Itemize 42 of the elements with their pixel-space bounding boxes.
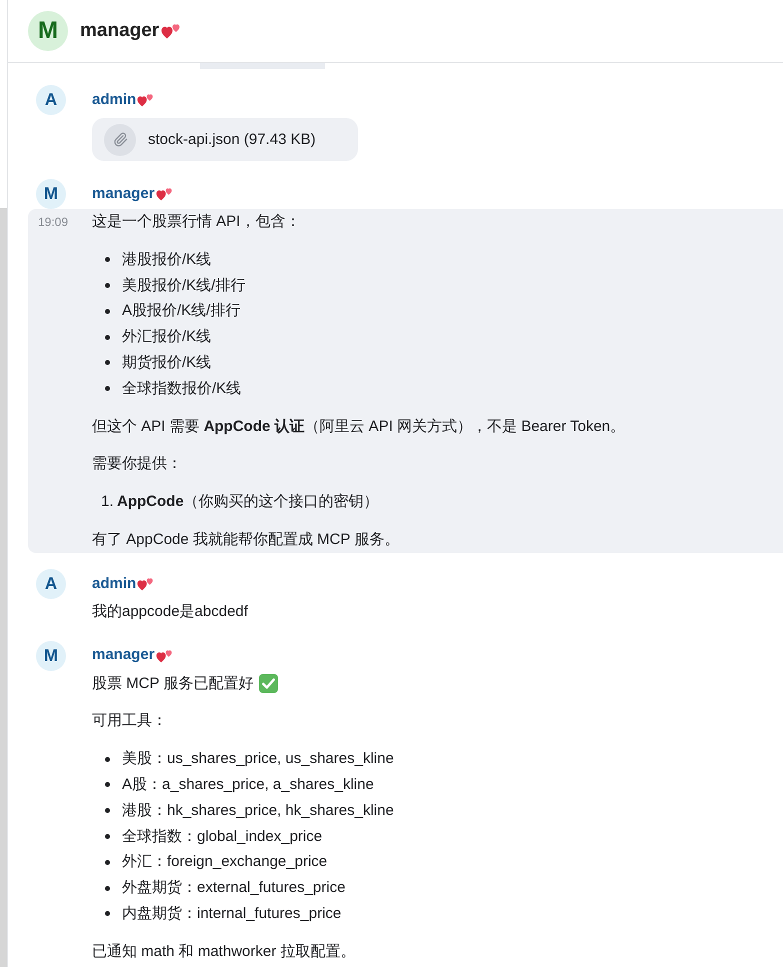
two-hearts-icon — [137, 576, 154, 591]
message-text: 可用工具： — [92, 711, 167, 732]
author-name[interactable]: admin — [92, 572, 136, 596]
message-text: 这是一个股票行情 API，包含： — [92, 212, 300, 232]
list-item-text: A股：a_shares_price, a_shares_kline — [122, 774, 374, 795]
file-attachment[interactable]: stock-api.json (97.43 KB) — [92, 118, 358, 161]
paperclip-icon — [104, 124, 136, 156]
list-item-text: 美股报价/K线/排行 — [122, 276, 246, 296]
user-avatar[interactable]: A — [36, 85, 66, 115]
list-item-text: 港股：hk_shares_price, hk_shares_kline — [122, 800, 394, 821]
scrollbar-thumb[interactable] — [0, 208, 7, 967]
message-text: 但这个 API 需要 AppCode 认证（阿里云 API 网关方式），不是 Bearer Token。 — [92, 416, 626, 437]
two-hearts-icon — [161, 23, 182, 39]
message-time: 19:09 — [38, 215, 68, 229]
list-item-text: 内盘期货：internal_futures_price — [122, 904, 342, 924]
user-avatar[interactable]: M — [36, 179, 66, 209]
author-name[interactable]: admin — [92, 88, 136, 112]
two-hearts-icon — [156, 648, 173, 663]
list-item-text: 全球指数报价/K线 — [122, 378, 242, 399]
list-item-text: 全球指数：global_index_price — [122, 826, 322, 847]
list-item-text: 港股报价/K线 — [122, 250, 212, 270]
message-text: 我的appcode是abcdedf — [92, 602, 248, 622]
user-avatar[interactable]: M — [36, 640, 66, 671]
message-text: 股票 MCP 服务已配置好 — [92, 674, 254, 694]
chat-title: manager — [80, 18, 160, 43]
list-item-text: AppCode（你购买的这个接口的密钥） — [117, 492, 379, 512]
two-hearts-icon — [156, 187, 173, 201]
list-item-text: 外盘期货：external_futures_price — [122, 878, 346, 898]
list-number: 1. — [101, 492, 115, 512]
user-avatar[interactable]: A — [36, 568, 66, 599]
message-text: 已通知 math 和 mathworker 拉取配置。 — [92, 942, 356, 962]
header-avatar[interactable]: M — [28, 11, 68, 51]
message-text: 有了 AppCode 我就能帮你配置成 MCP 服务。 — [92, 530, 400, 550]
message-text: 需要你提供： — [92, 454, 182, 474]
two-hearts-icon — [137, 93, 154, 107]
list-item-text: 期货报价/K线 — [122, 352, 212, 373]
list-item-text: 外汇：foreign_exchange_price — [122, 852, 328, 872]
list-item-text: 美股：us_shares_price, us_shares_kline — [122, 749, 394, 770]
list-item-text: 外汇报价/K线 — [122, 327, 212, 348]
list-item-text: A股报价/K线/排行 — [122, 301, 240, 322]
author-name[interactable]: manager — [92, 644, 155, 667]
author-name[interactable]: manager — [92, 182, 155, 206]
